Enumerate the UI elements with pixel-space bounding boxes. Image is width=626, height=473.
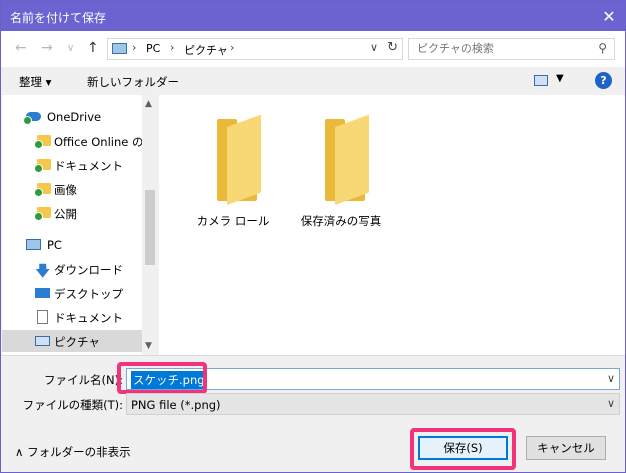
pc-icon bbox=[26, 239, 41, 250]
sidebar-item-label: 画像 bbox=[54, 183, 77, 197]
hide-folders-toggle[interactable]: ∧ フォルダーの非表示 bbox=[15, 444, 131, 460]
save-button[interactable]: 保存(S) bbox=[418, 436, 508, 460]
sidebar-item-public[interactable]: 公開 bbox=[2, 202, 142, 224]
sidebar-item-label: ドキュメント bbox=[54, 159, 123, 173]
folder-icon bbox=[34, 207, 51, 221]
title-bar: 名前を付けて保存 ✕ bbox=[1, 1, 625, 31]
breadcrumb-pc[interactable]: PC bbox=[146, 42, 160, 55]
sidebar-item-pictures[interactable]: ピクチャ bbox=[2, 330, 142, 352]
sidebar-item-label: OneDrive bbox=[47, 110, 102, 124]
onedrive-icon bbox=[23, 112, 41, 125]
view-icon[interactable] bbox=[534, 75, 548, 86]
folder-label: 保存済みの写真 bbox=[300, 214, 382, 228]
filetype-select[interactable]: PNG file (*.png) ∨ bbox=[126, 393, 620, 415]
command-bar: 整理 ▾ 新しいフォルダー ▼ ? bbox=[1, 67, 625, 95]
scroll-up-icon[interactable]: ▲ bbox=[145, 99, 152, 109]
sidebar-item-pc[interactable]: PC bbox=[2, 234, 142, 256]
desktop-icon bbox=[35, 288, 50, 298]
search-box[interactable]: ⚲ bbox=[408, 38, 615, 60]
sidebar-item-label: デスクトップ bbox=[54, 287, 123, 301]
sidebar-item-documents-onedrive[interactable]: ドキュメント bbox=[2, 154, 142, 176]
forward-arrow-icon[interactable]: → bbox=[41, 40, 53, 56]
scroll-down-icon[interactable]: ▼ bbox=[145, 341, 152, 351]
sidebar-item-label: PC bbox=[47, 238, 62, 252]
sidebar-item-documents[interactable]: ドキュメント bbox=[2, 306, 142, 328]
sidebar-item-label: ダウンロード bbox=[54, 263, 123, 277]
new-folder-button[interactable]: 新しいフォルダー bbox=[87, 74, 179, 90]
download-icon: 🡇 bbox=[35, 262, 51, 280]
address-dropdown-icon[interactable]: ∨ bbox=[370, 41, 378, 54]
file-list: カメラ ロール 保存済みの写真 bbox=[159, 95, 625, 355]
sidebar-item-downloads[interactable]: 🡇 ダウンロード bbox=[2, 258, 142, 280]
filename-label: ファイル名(N): bbox=[44, 373, 123, 387]
folder-icon bbox=[34, 135, 51, 149]
up-arrow-icon[interactable]: ↑ bbox=[87, 40, 99, 56]
filename-highlight bbox=[117, 362, 207, 394]
recent-locations-icon[interactable]: ∨ bbox=[67, 43, 74, 54]
folder-item-camera-roll[interactable]: カメラ ロール bbox=[183, 105, 283, 228]
dialog-title: 名前を付けて保存 bbox=[10, 11, 107, 25]
breadcrumb-separator[interactable]: › bbox=[230, 41, 234, 54]
address-bar[interactable]: › PC › ピクチャ › ∨ ↻ bbox=[107, 38, 403, 60]
organize-menu[interactable]: 整理 ▾ bbox=[19, 74, 51, 90]
sidebar-item-label: ピクチャ bbox=[54, 335, 100, 349]
sidebar-item-office-online[interactable]: Office Online の bbox=[2, 130, 142, 152]
breadcrumb-separator[interactable]: › bbox=[170, 41, 174, 54]
search-input[interactable] bbox=[417, 42, 587, 55]
navigation-bar: ← → ∨ ↑ › PC › ピクチャ › ∨ ↻ ⚲ bbox=[1, 31, 625, 67]
help-icon[interactable]: ? bbox=[595, 72, 612, 89]
cancel-button[interactable]: キャンセル bbox=[526, 436, 606, 460]
back-arrow-icon[interactable]: ← bbox=[15, 40, 27, 56]
search-icon[interactable]: ⚲ bbox=[598, 41, 607, 55]
folder-icon bbox=[34, 183, 51, 197]
folder-label: カメラ ロール bbox=[196, 214, 270, 228]
refresh-icon[interactable]: ↻ bbox=[387, 40, 398, 55]
breadcrumb-separator[interactable]: › bbox=[132, 41, 136, 54]
navigation-pane: OneDrive Office Online の ドキュメント 画像 公開 PC… bbox=[2, 95, 158, 355]
folder-item-saved-pictures[interactable]: 保存済みの写真 bbox=[291, 105, 391, 228]
sidebar-item-label: 公開 bbox=[54, 207, 77, 221]
pc-icon bbox=[112, 43, 127, 54]
sidebar-scrollbar[interactable]: ▲ ▼ bbox=[142, 95, 158, 355]
save-options-panel: ファイル名(N): スケッチ.png ∨ ファイルの種類(T): PNG fil… bbox=[1, 355, 625, 472]
filetype-value: PNG file (*.png) bbox=[131, 398, 221, 412]
folder-icon bbox=[34, 159, 51, 173]
breadcrumb-pictures[interactable]: ピクチャ bbox=[184, 42, 228, 58]
sidebar-item-onedrive[interactable]: OneDrive bbox=[2, 106, 142, 128]
filetype-dropdown-icon[interactable]: ∨ bbox=[607, 397, 615, 410]
close-icon[interactable]: ✕ bbox=[593, 1, 625, 31]
view-dropdown-icon[interactable]: ▼ bbox=[556, 73, 564, 84]
filetype-label: ファイルの種類(T): bbox=[22, 398, 123, 412]
sidebar-item-desktop[interactable]: デスクトップ bbox=[2, 282, 142, 304]
pictures-icon bbox=[35, 336, 50, 346]
filename-dropdown-icon[interactable]: ∨ bbox=[607, 372, 615, 385]
sidebar-item-images[interactable]: 画像 bbox=[2, 178, 142, 200]
save-as-dialog: 名前を付けて保存 ✕ ← → ∨ ↑ › PC › ピクチャ › ∨ ↻ ⚲ 整… bbox=[0, 0, 626, 473]
document-icon bbox=[37, 310, 48, 324]
scrollbar-thumb[interactable] bbox=[145, 190, 155, 265]
sidebar-item-label: ドキュメント bbox=[54, 311, 123, 325]
sidebar-item-label: Office Online の bbox=[54, 135, 142, 149]
